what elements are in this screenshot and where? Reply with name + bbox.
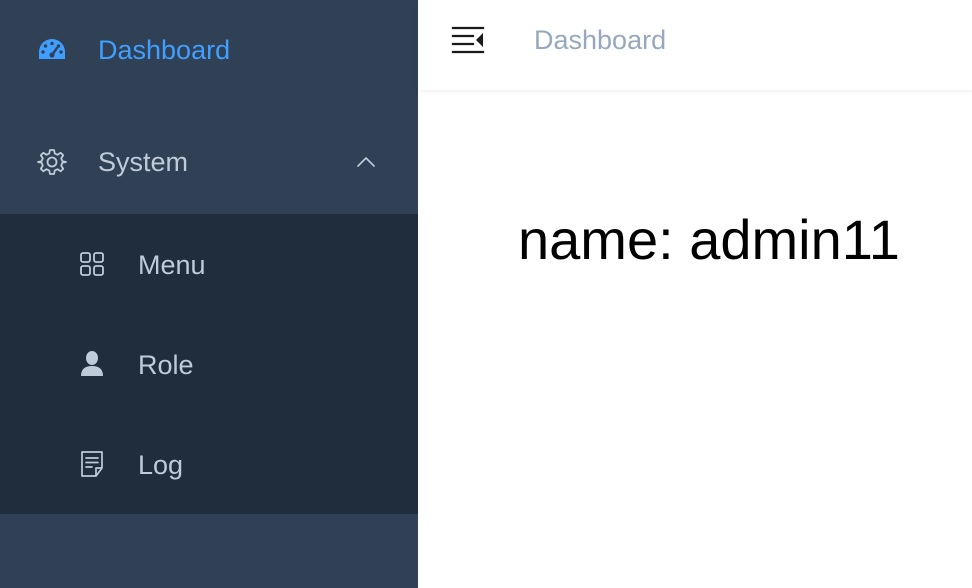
breadcrumb: Dashboard [534, 25, 667, 55]
navbar: Dashboard [418, 0, 972, 90]
sidebar-item-dashboard[interactable]: Dashboard [0, 0, 418, 100]
sidebar-item-menu[interactable]: Menu [0, 214, 418, 314]
sidebar-item-role[interactable]: Role [0, 314, 418, 414]
sidebar-item-system[interactable]: System [0, 110, 418, 214]
chevron-up-icon [354, 150, 378, 174]
main-content: name: admin11 [418, 90, 972, 588]
user-name-text: name: admin11 [518, 208, 900, 271]
sidebar-item-log[interactable]: Log [0, 414, 418, 514]
sidebar-item-label: Role [138, 350, 194, 380]
gear-icon [36, 146, 68, 178]
document-icon [78, 450, 106, 478]
dashboard-gauge-icon [36, 34, 68, 66]
user-icon [78, 350, 106, 378]
grid-icon [78, 250, 106, 278]
hamburger-collapse-icon[interactable] [450, 22, 486, 58]
system-submenu: Menu Role Log [0, 214, 418, 514]
sidebar: Dashboard System Menu Role Log [0, 0, 418, 588]
sidebar-item-label: Menu [138, 250, 206, 280]
sidebar-item-label: Log [138, 450, 184, 480]
sidebar-item-label: Dashboard [98, 34, 231, 65]
sidebar-item-label: System [98, 146, 189, 177]
